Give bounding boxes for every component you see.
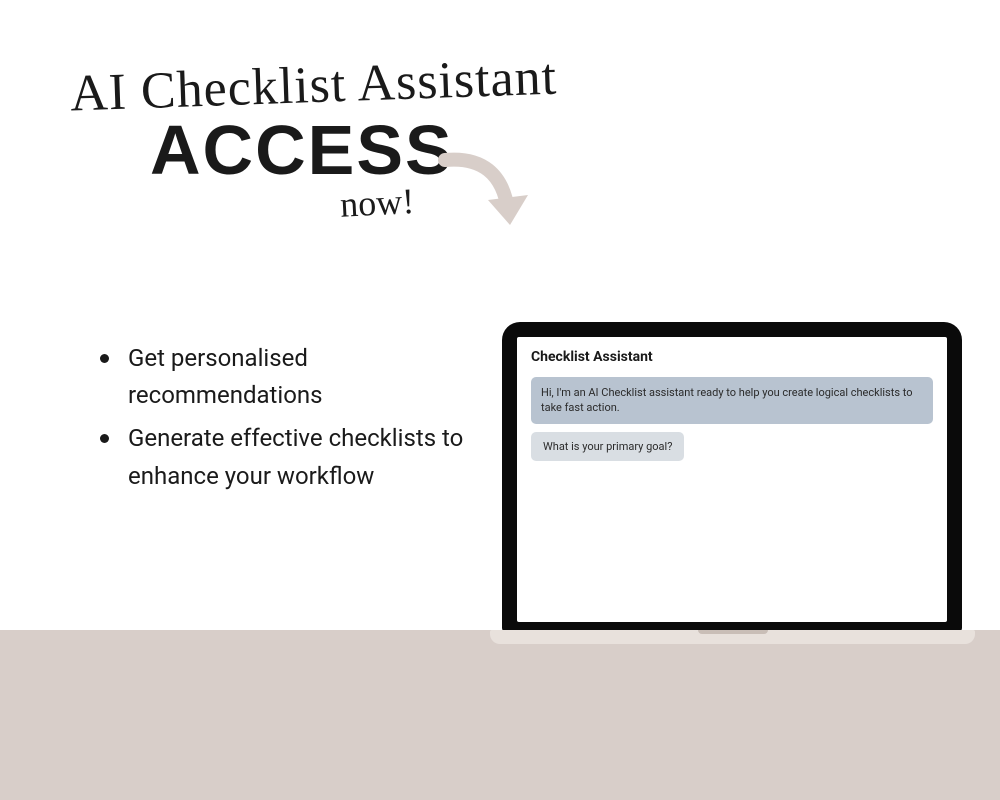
laptop-notch	[698, 630, 768, 634]
chat-title: Checklist Assistant	[531, 349, 933, 365]
laptop-screen: Checklist Assistant Hi, I'm an AI Checkl…	[517, 337, 947, 622]
list-item: Get personalised recommendations	[100, 340, 470, 414]
laptop-base	[490, 630, 975, 644]
chat-message: What is your primary goal?	[531, 432, 684, 461]
chat-message: Hi, I'm an AI Checklist assistant ready …	[531, 377, 933, 424]
arrow-icon	[430, 140, 540, 250]
feature-list: Get personalised recommendations Generat…	[100, 340, 470, 501]
laptop-body: Checklist Assistant Hi, I'm an AI Checkl…	[502, 322, 962, 632]
list-item: Generate effective checklists to enhance…	[100, 420, 470, 494]
background-band	[0, 630, 1000, 800]
laptop-mockup: Checklist Assistant Hi, I'm an AI Checkl…	[490, 322, 975, 652]
